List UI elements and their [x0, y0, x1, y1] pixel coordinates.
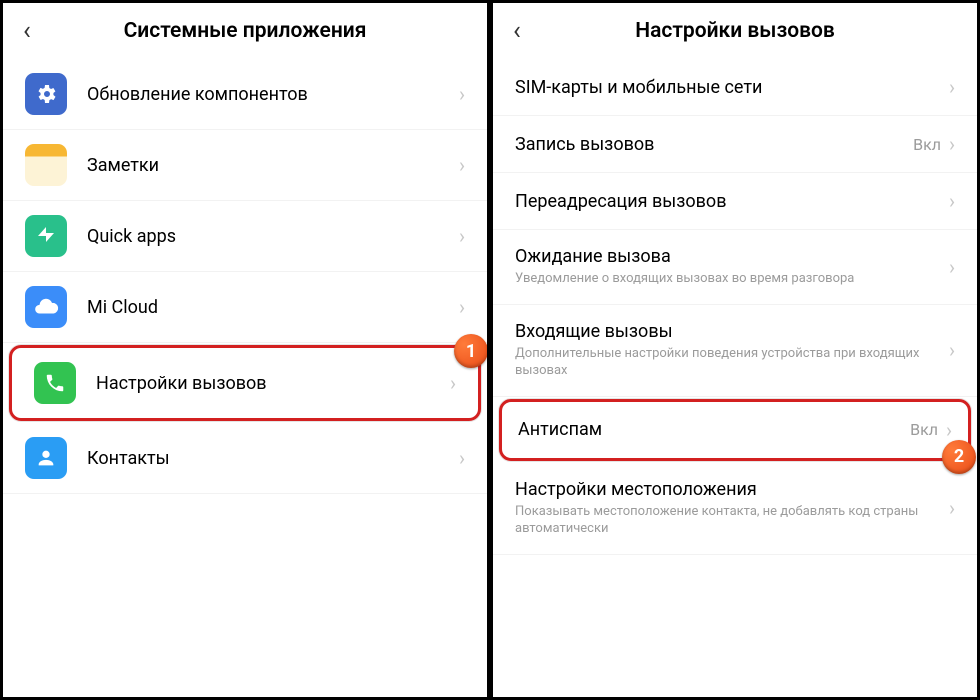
chevron-right-icon: ›: [946, 418, 952, 442]
list-item-label: Антиспам: [518, 419, 910, 440]
list-item-label: SIM-карты и мобильные сети: [515, 77, 949, 98]
list-item-notes[interactable]: Заметки ›: [3, 130, 487, 201]
chevron-right-icon: ›: [459, 153, 465, 177]
list-item-contacts[interactable]: Контакты ›: [3, 423, 487, 494]
list-item-value: Вкл: [910, 420, 938, 439]
contacts-icon: [25, 437, 67, 479]
page-title: Настройки вызовов: [513, 19, 957, 43]
list-item-updates[interactable]: Обновление компонентов ›: [3, 59, 487, 130]
screen-system-apps: ‹ Системные приложения Обновление компон…: [3, 3, 487, 697]
list-item-label: Mi Cloud: [87, 297, 459, 318]
chevron-right-icon: ›: [459, 446, 465, 470]
list-item-label: Заметки: [87, 155, 459, 176]
list-item-label: Контакты: [87, 448, 459, 469]
chevron-right-icon: ›: [459, 224, 465, 248]
list-item-sim[interactable]: SIM-карты и мобильные сети ›: [493, 59, 977, 116]
chevron-right-icon: ›: [949, 132, 955, 156]
chevron-right-icon: ›: [949, 496, 955, 520]
list-item-location[interactable]: Настройки местоположения Показывать мест…: [493, 463, 977, 555]
list-item-label: Настройки вызовов: [96, 373, 450, 394]
app-list: Обновление компонентов › Заметки › Quick…: [3, 59, 487, 697]
header: ‹ Настройки вызовов: [493, 3, 977, 59]
list-item-quickapps[interactable]: Quick apps ›: [3, 201, 487, 272]
list-item-label: Запись вызовов: [515, 134, 913, 155]
step-badge-1: 1: [454, 334, 487, 368]
page-title: Системные приложения: [23, 19, 467, 43]
back-icon[interactable]: ‹: [23, 18, 31, 44]
list-item-label: Настройки местоположения: [515, 479, 949, 500]
screen-call-settings: ‹ Настройки вызовов SIM-карты и мобильны…: [493, 3, 977, 697]
gear-icon: [25, 73, 67, 115]
step-badge-2: 2: [942, 440, 976, 474]
list-item-micloud[interactable]: Mi Cloud ›: [3, 272, 487, 343]
list-item-value: Вкл: [913, 135, 941, 154]
list-item-waiting[interactable]: Ожидание вызова Уведомление о входящих в…: [493, 230, 977, 305]
settings-list: SIM-карты и мобильные сети › Запись вызо…: [493, 59, 977, 697]
header: ‹ Системные приложения: [3, 3, 487, 59]
list-item-record[interactable]: Запись вызовов Вкл ›: [493, 116, 977, 173]
list-item-label: Обновление компонентов: [87, 84, 459, 105]
chevron-right-icon: ›: [949, 189, 955, 213]
list-item-label: Входящие вызовы: [515, 321, 949, 342]
quickapps-icon: [25, 215, 67, 257]
chevron-right-icon: ›: [459, 82, 465, 106]
notes-icon: [25, 144, 67, 186]
list-item-antispam[interactable]: Антиспам Вкл › 2: [499, 399, 971, 461]
list-item-incoming[interactable]: Входящие вызовы Дополнительные настройки…: [493, 305, 977, 397]
list-item-sublabel: Уведомление о входящих вызовах во время …: [515, 270, 949, 288]
list-item-forward[interactable]: Переадресация вызовов ›: [493, 173, 977, 230]
list-item-label: Quick apps: [87, 226, 459, 247]
cloud-icon: [25, 286, 67, 328]
chevron-right-icon: ›: [949, 338, 955, 362]
chevron-right-icon: ›: [949, 75, 955, 99]
phone-icon: [34, 362, 76, 404]
chevron-right-icon: ›: [459, 295, 465, 319]
list-item-label: Переадресация вызовов: [515, 191, 949, 212]
back-icon[interactable]: ‹: [513, 18, 521, 44]
list-item-sublabel: Показывать местоположение контакта, не д…: [515, 503, 949, 538]
list-item-label: Ожидание вызова: [515, 246, 949, 267]
chevron-right-icon: ›: [450, 371, 456, 395]
chevron-right-icon: ›: [949, 255, 955, 279]
list-item-sublabel: Дополнительные настройки поведения устро…: [515, 345, 949, 380]
list-item-call-settings[interactable]: Настройки вызовов › 1: [9, 345, 481, 421]
